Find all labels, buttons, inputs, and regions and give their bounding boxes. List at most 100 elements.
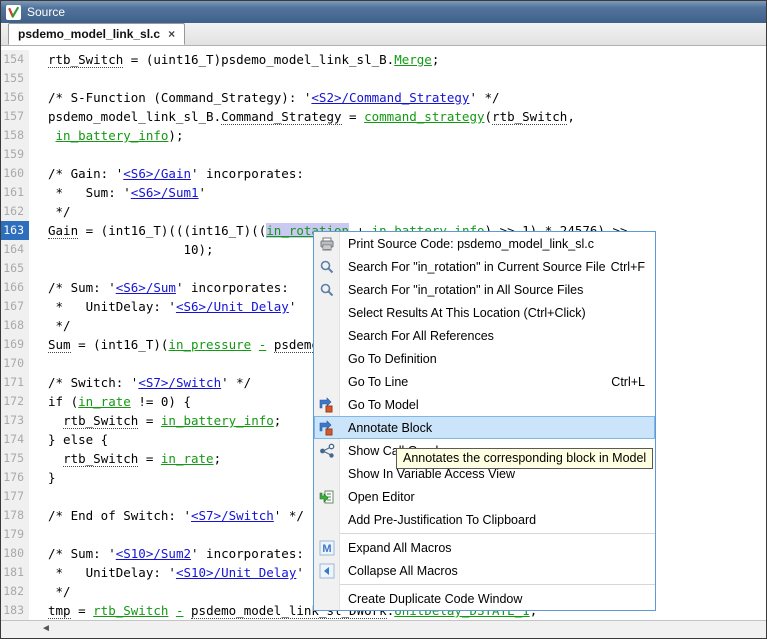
menu-item-label: Open Editor <box>348 490 415 504</box>
menu-item-label: Annotate Block <box>348 421 432 435</box>
line-number: 167 <box>1 297 29 316</box>
code-text: in_battery_info); <box>29 126 183 145</box>
line-number: 178 <box>1 506 29 525</box>
variable-link[interactable]: in_battery_info <box>161 413 274 428</box>
code-text: * UnitDelay: '<S6>/Unit Delay' <box>29 297 296 316</box>
menu-item-go-to-model[interactable]: Go To Model <box>314 393 655 416</box>
menu-item-label: Create Duplicate Code Window <box>348 592 522 606</box>
variable-link[interactable]: command_strategy <box>364 109 484 124</box>
open-editor-icon <box>318 488 336 506</box>
tab-bar: psdemo_model_link_sl.c × <box>1 23 766 46</box>
code-line: 155 <box>1 69 766 88</box>
variable-link[interactable]: in_pressure <box>168 337 251 352</box>
variable-link[interactable]: rtb_Switch <box>93 603 168 618</box>
model-block-link[interactable]: <S7>/Switch <box>138 375 221 390</box>
code-text: } else { <box>29 430 108 449</box>
model-block-link[interactable]: <S6>/Sum1 <box>131 185 199 200</box>
scroll-left-arrow-icon[interactable]: ◄ <box>41 623 51 634</box>
code-line: 157psdemo_model_link_sl_B.Command_Strate… <box>1 107 766 126</box>
menu-item-shortcut: Ctrl+L <box>611 375 645 389</box>
menu-item-label: Search For All References <box>348 329 494 343</box>
menu-item-collapse-all-macros[interactable]: Collapse All Macros <box>314 559 655 582</box>
menu-item-label: Search For "in_rotation" in All Source F… <box>348 283 583 297</box>
code-token: = <box>138 451 161 466</box>
code-token: * UnitDelay: ' <box>48 565 176 580</box>
printer-icon <box>318 235 336 253</box>
code-token: ' incorporates: <box>191 546 304 561</box>
line-number: 173 <box>1 411 29 430</box>
tab-close-icon[interactable]: × <box>168 28 175 40</box>
model-block-link[interactable]: <S6>/Gain <box>123 166 191 181</box>
variable-link[interactable]: Merge <box>394 52 432 67</box>
code-text: /* S-Function (Command_Strategy): '<S2>/… <box>29 88 500 107</box>
line-number: 179 <box>1 525 29 544</box>
code-text <box>29 354 48 373</box>
menu-item-label: Add Pre-Justification To Clipboard <box>348 513 536 527</box>
context-menu: Print Source Code: psdemo_model_link_sl.… <box>313 231 656 611</box>
code-token: = (uint16_T)psdemo_model_link_sl_B. <box>123 52 394 67</box>
code-token: = <box>71 603 94 618</box>
line-number: 177 <box>1 487 29 506</box>
model-block-link[interactable]: <S6>/Unit Delay <box>176 299 289 314</box>
line-number: 166 <box>1 278 29 297</box>
variable-link[interactable]: in_rate <box>78 394 131 409</box>
line-number: 176 <box>1 468 29 487</box>
code-line: 160/* Gain: '<S6>/Gain' incorporates: <box>1 164 766 183</box>
code-token: * Sum: ' <box>48 185 131 200</box>
code-token: ' <box>289 299 297 314</box>
code-token: ); <box>168 128 183 143</box>
code-token: ' */ <box>469 90 499 105</box>
horizontal-scrollbar[interactable]: ◄ <box>1 620 766 638</box>
model-block-link[interactable]: <S10>/Sum2 <box>116 546 191 561</box>
code-text: */ <box>29 582 71 601</box>
tab-psdemo-model-link-sl-c[interactable]: psdemo_model_link_sl.c × <box>8 23 185 45</box>
menu-item-label: Print Source Code: psdemo_model_link_sl.… <box>348 237 594 251</box>
code-token: /* Gain: ' <box>48 166 123 181</box>
model-block-link[interactable]: <S10>/Unit Delay <box>176 565 296 580</box>
menu-item-go-to-line[interactable]: Go To LineCtrl+L <box>314 370 655 393</box>
line-number: 164 <box>1 240 29 259</box>
model-block-link[interactable]: <S7>/Switch <box>191 508 274 523</box>
code-token: } <box>48 470 56 485</box>
menu-item-label: Select Results At This Location (Ctrl+Cl… <box>348 306 586 320</box>
code-token: ' */ <box>221 375 251 390</box>
variable-link[interactable]: in_battery_info <box>56 128 169 143</box>
model-block-link[interactable]: <S2>/Command_Strategy <box>311 90 469 105</box>
menu-item-create-duplicate-code-window[interactable]: Create Duplicate Code Window <box>314 587 655 610</box>
code-token: 10); <box>48 242 214 257</box>
line-number: 181 <box>1 563 29 582</box>
menu-item-print-source-code-psdemo-model-link-sl-c[interactable]: Print Source Code: psdemo_model_link_sl.… <box>314 232 655 255</box>
goto-model-icon <box>318 396 336 414</box>
menu-item-label: Collapse All Macros <box>348 564 458 578</box>
line-number: 155 <box>1 69 29 88</box>
menu-item-expand-all-macros[interactable]: MExpand All Macros <box>314 536 655 559</box>
code-text: */ <box>29 316 71 335</box>
code-text <box>29 487 48 506</box>
code-text: * Sum: '<S6>/Sum1' <box>29 183 206 202</box>
code-token: Command_Strategy <box>221 109 341 125</box>
code-line: 156/* S-Function (Command_Strategy): '<S… <box>1 88 766 107</box>
menu-item-annotate-block[interactable]: Annotate Block <box>314 416 655 439</box>
code-token: ; <box>432 52 440 67</box>
menu-item-add-pre-justification-to-clipboard[interactable]: Add Pre-Justification To Clipboard <box>314 508 655 531</box>
menu-item-select-results-at-this-location-ctrl-cli[interactable]: Select Results At This Location (Ctrl+Cl… <box>314 301 655 324</box>
line-number: 162 <box>1 202 29 221</box>
search-icon <box>318 281 336 299</box>
menu-item-search-for-in-rotation-in-current-source[interactable]: Search For "in_rotation" in Current Sour… <box>314 255 655 278</box>
model-block-link[interactable]: <S6>/Sum <box>116 280 176 295</box>
line-number: 180 <box>1 544 29 563</box>
code-text <box>29 525 48 544</box>
polyspace-app-icon <box>6 5 21 20</box>
menu-item-search-for-all-references[interactable]: Search For All References <box>314 324 655 347</box>
code-token: * UnitDelay: ' <box>48 299 176 314</box>
code-token: if ( <box>48 394 78 409</box>
code-token: , <box>567 109 575 124</box>
menu-item-search-for-in-rotation-in-all-source-fil[interactable]: Search For "in_rotation" in All Source F… <box>314 278 655 301</box>
window-title: Source <box>27 5 65 19</box>
code-token: tmp <box>48 603 71 619</box>
menu-item-open-editor[interactable]: Open Editor <box>314 485 655 508</box>
source-window: Source psdemo_model_link_sl.c × 154rtb_S… <box>0 0 767 639</box>
menu-item-go-to-definition[interactable]: Go To Definition <box>314 347 655 370</box>
menu-item-shortcut: Ctrl+F <box>611 260 645 274</box>
variable-link[interactable]: in_rate <box>161 451 214 466</box>
